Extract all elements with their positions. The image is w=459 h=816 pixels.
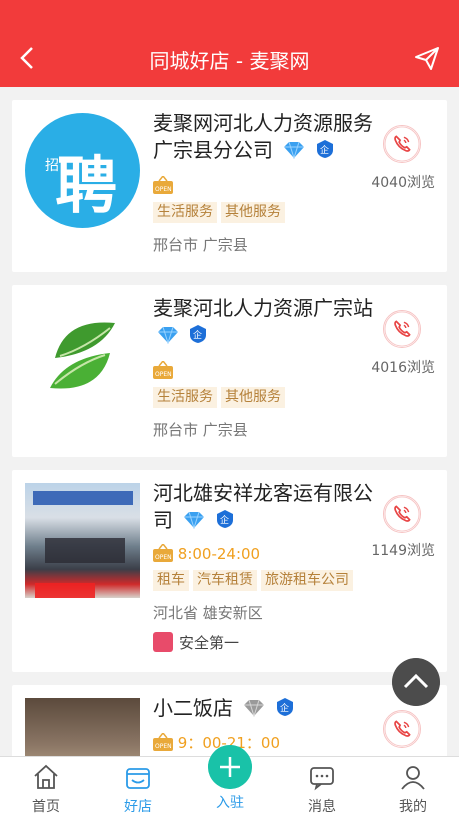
message-icon (310, 767, 334, 791)
verified-enterprise-icon: 企 (276, 698, 293, 716)
phone-call-button[interactable] (383, 310, 421, 348)
thumbs-up-icon (153, 632, 173, 652)
svg-text:企: 企 (220, 514, 229, 526)
tab-profile[interactable]: 我的 (367, 757, 459, 816)
phone-call-button[interactable] (383, 495, 421, 533)
open-icon: OPEN (153, 733, 173, 751)
tab-shop[interactable]: 好店 (92, 757, 184, 816)
tab-label: 首页 (32, 799, 60, 815)
category-tag: 其他服务 (221, 202, 285, 223)
category-tag: 汽车租赁 (193, 570, 257, 591)
tab-label: 好店 (124, 799, 152, 815)
diamond-icon (284, 141, 305, 159)
shop-photo (25, 698, 140, 756)
shop-slogan: 安全第一 (179, 634, 240, 652)
diamond-icon (244, 699, 265, 717)
logo-small-text: 招 (45, 155, 59, 175)
home-icon (34, 764, 58, 789)
phone-call-button[interactable] (383, 125, 421, 163)
svg-text:OPEN: OPEN (155, 186, 172, 193)
tab-label: 我的 (399, 799, 427, 815)
tab-home[interactable]: 首页 (0, 757, 92, 816)
business-hours: 8:00-24:00 (177, 545, 261, 563)
page-title: 同城好店 - 麦聚网 (149, 49, 310, 73)
category-tag: 生活服务 (153, 387, 217, 408)
diamond-icon (184, 511, 205, 529)
view-count: 4040浏览 (371, 175, 435, 191)
leaf-logo-icon (50, 322, 115, 389)
svg-text:OPEN: OPEN (155, 371, 172, 378)
shop-icon (126, 768, 150, 789)
shop-logo: 聘 招 (25, 113, 140, 228)
bottom-tab-bar: 首页 好店 入驻 消息 我的 (0, 745, 459, 816)
tab-label: 入驻 (216, 795, 244, 811)
shop-location: 邢台市 广宗县 (153, 421, 248, 439)
shop-card[interactable]: 麦聚河北人力资源广宗站 企 OPEN 生活服务 其他服务 邢台市 广宗县 4016… (12, 285, 447, 457)
svg-text:企: 企 (280, 702, 289, 714)
view-count: 4016浏览 (371, 360, 435, 376)
svg-text:企: 企 (320, 144, 329, 156)
shop-name: 麦聚网河北人力资源服务广宗县分公司 (153, 111, 373, 162)
tab-label: 消息 (308, 799, 336, 815)
svg-text:OPEN: OPEN (155, 554, 172, 561)
shop-photo (25, 483, 140, 598)
diamond-icon (158, 326, 178, 344)
plus-icon (208, 745, 252, 789)
view-count: 1149浏览 (371, 543, 435, 559)
shop-logo (25, 298, 140, 413)
tab-join[interactable]: 入驻 (184, 745, 276, 816)
shop-location: 邢台市 广宗县 (153, 236, 248, 254)
user-icon (401, 766, 425, 790)
category-tag: 生活服务 (153, 202, 217, 223)
category-tag: 租车 (153, 570, 189, 591)
shop-card[interactable]: 聘 招 麦聚网河北人力资源服务广宗县分公司 企 OPEN 生活服务 其他服务 邢台… (12, 100, 447, 272)
shop-location: 河北省 雄安新区 (153, 604, 263, 622)
open-icon: OPEN (153, 544, 173, 562)
phone-call-button[interactable] (383, 710, 421, 748)
scroll-to-top-button[interactable] (392, 658, 440, 706)
open-icon: OPEN (153, 176, 173, 194)
category-tag: 其他服务 (221, 387, 285, 408)
shop-card[interactable]: 河北雄安祥龙客运有限公司 企 OPEN 8:00-24:00 租车 汽车租赁 旅游租… (12, 470, 447, 672)
shop-name: 麦聚河北人力资源广宗站 (153, 296, 373, 320)
svg-text:企: 企 (193, 329, 202, 341)
logo-text: 聘 (55, 149, 118, 222)
category-tag: 旅游租车公司 (261, 570, 353, 591)
shop-list: 聘 招 麦聚网河北人力资源服务广宗县分公司 企 OPEN 生活服务 其他服务 邢台… (0, 87, 459, 756)
app-header: 同城好店 - 麦聚网 (0, 0, 459, 87)
svg-text:OPEN: OPEN (155, 743, 172, 750)
open-icon: OPEN (153, 361, 173, 379)
verified-enterprise-icon: 企 (216, 510, 233, 528)
tab-messages[interactable]: 消息 (276, 757, 368, 816)
share-icon[interactable] (413, 44, 441, 72)
verified-enterprise-icon: 企 (190, 325, 207, 343)
shop-name: 小二饭店 (153, 696, 233, 720)
verified-enterprise-icon: 企 (316, 140, 333, 158)
